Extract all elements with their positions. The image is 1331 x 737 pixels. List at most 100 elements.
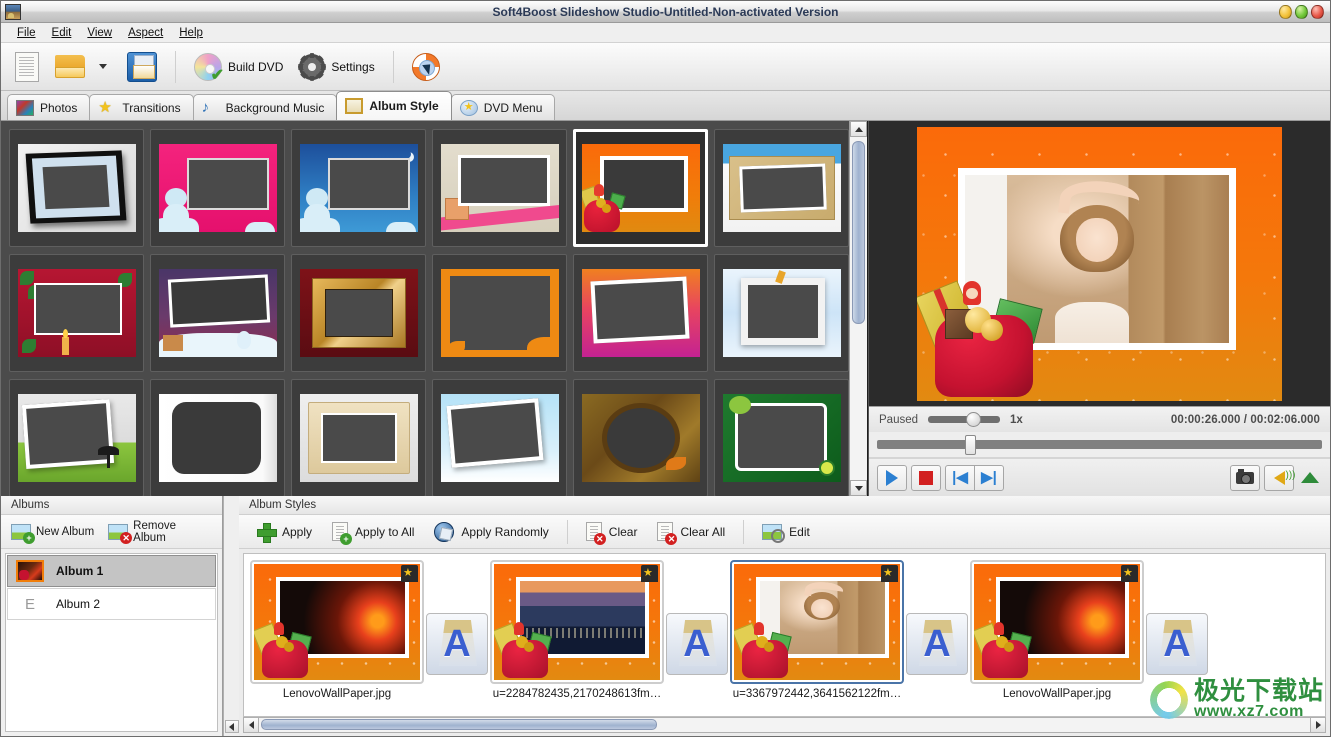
scroll-down-button[interactable]	[850, 480, 867, 496]
preview-video[interactable]	[869, 121, 1330, 406]
open-project-button[interactable]	[47, 48, 119, 86]
style-cell-winter-sky-photo[interactable]	[432, 379, 567, 496]
camera-icon	[1236, 472, 1254, 484]
close-button[interactable]	[1311, 5, 1324, 19]
style-cell-gold-ornate-frame[interactable]	[291, 254, 426, 372]
style-cell-blue-night-bear[interactable]	[291, 129, 426, 247]
title-bar: Soft4Boost Slideshow Studio-Untitled-Non…	[1, 1, 1330, 23]
style-cell-orange-christmas-sack[interactable]	[573, 129, 708, 247]
apply-button[interactable]: Apply	[247, 519, 322, 545]
stop-button[interactable]	[911, 465, 941, 491]
style-cell-magenta-orange-tilt[interactable]	[573, 254, 708, 372]
new-album-button[interactable]: + New Album	[5, 520, 100, 544]
application-window: Soft4Boost Slideshow Studio-Untitled-Non…	[0, 0, 1331, 737]
scroll-right-button[interactable]	[1310, 718, 1325, 732]
style-cell-red-holly-candles[interactable]	[9, 254, 144, 372]
style-cell-autumn-leaves-oval[interactable]	[573, 379, 708, 496]
tab-dvd-menu[interactable]: DVD Menu	[451, 94, 556, 120]
filmstrip-viewport: LenovoWallPaper.jpg A	[243, 553, 1326, 717]
filmstrip-slide-2[interactable]: u=2284782435,2170248613fm…	[488, 560, 666, 700]
snapshot-button[interactable]	[1230, 465, 1260, 491]
transition-slot-3[interactable]: A	[906, 613, 968, 675]
apply-to-all-button[interactable]: + Apply to All	[322, 518, 424, 545]
volume-button[interactable]	[1264, 465, 1294, 491]
seek-slider-thumb[interactable]	[965, 435, 976, 455]
album-2-label: Album 2	[56, 597, 100, 611]
transition-letter: A	[683, 625, 710, 663]
menu-file[interactable]: File	[9, 25, 44, 41]
album-list-item-1[interactable]: Album 1	[7, 555, 216, 587]
menu-help[interactable]: Help	[171, 25, 211, 41]
filmstrip-horizontal-scrollbar[interactable]	[243, 717, 1326, 733]
menu-aspect-label: Aspect	[128, 27, 163, 39]
tab-photos[interactable]: Photos	[7, 94, 90, 120]
style-cell-green-grapes-frame[interactable]	[714, 379, 849, 496]
slide-thumbnail-3[interactable]	[730, 560, 904, 684]
filmstrip-slide-4[interactable]: LenovoWallPaper.jpg	[968, 560, 1146, 700]
hscroll-track[interactable]	[259, 718, 1310, 732]
filmstrip-slide-3[interactable]: u=3367972442,3641562122fm…	[728, 560, 906, 700]
save-project-button[interactable]	[119, 48, 165, 86]
menu-edit[interactable]: Edit	[44, 25, 80, 41]
style-cell-white-torn-paper[interactable]	[150, 379, 285, 496]
apply-randomly-button[interactable]: Apply Randomly	[424, 518, 558, 546]
hscroll-thumb[interactable]	[261, 719, 657, 730]
disc-check-icon	[194, 53, 222, 81]
stop-icon	[919, 471, 933, 485]
style-cell-classic-black-frame[interactable]	[9, 129, 144, 247]
transition-slot-2[interactable]: A	[666, 613, 728, 675]
clear-all-label: Clear All	[680, 525, 725, 539]
clear-all-button[interactable]: ✕ Clear All	[647, 518, 735, 545]
playback-rate-slider[interactable]	[928, 416, 1000, 423]
menu-aspect[interactable]: Aspect	[120, 25, 171, 41]
build-dvd-button[interactable]: Build DVD	[186, 48, 291, 86]
help-button[interactable]	[404, 48, 448, 86]
style-cell-vintage-paper-beach[interactable]	[714, 129, 849, 247]
tab-transitions[interactable]: ★ Transitions	[89, 94, 193, 120]
filmstrip-slide-1[interactable]: LenovoWallPaper.jpg	[248, 560, 426, 700]
previous-button[interactable]: |◀	[945, 465, 975, 491]
album-list-item-2[interactable]: E Album 2	[7, 588, 216, 620]
style-cell-purple-snowman[interactable]	[150, 254, 285, 372]
maximize-button[interactable]	[1295, 5, 1308, 19]
slide-thumbnail-1[interactable]	[250, 560, 424, 684]
scroll-up-button[interactable]	[850, 121, 867, 137]
rate-slider-knob[interactable]	[966, 412, 981, 427]
style-cell-blue-clipped-photo[interactable]	[714, 254, 849, 372]
skip-previous-icon: |◀	[952, 470, 968, 485]
volume-level-button[interactable]	[1298, 465, 1322, 491]
style-cell-palm-green-hill[interactable]	[9, 379, 144, 496]
album-icon	[345, 98, 363, 114]
styles-toolbar-separator-1	[567, 520, 568, 544]
settings-button[interactable]: Settings	[291, 48, 382, 86]
new-project-button[interactable]	[7, 48, 47, 86]
remove-album-button[interactable]: ✕ Remove Album	[102, 516, 199, 548]
slide-3-filename: u=3367972442,3641562122fm…	[733, 688, 902, 700]
styles-vertical-scrollbar[interactable]	[849, 121, 867, 496]
play-button[interactable]	[877, 465, 907, 491]
slide-thumbnail-4[interactable]	[970, 560, 1144, 684]
tab-album-style[interactable]: Album Style	[336, 91, 451, 120]
music-note-icon: ♪	[202, 100, 220, 116]
scroll-left-button-albums[interactable]	[225, 720, 239, 733]
scroll-left-button[interactable]	[244, 718, 259, 732]
chevron-down-icon[interactable]	[99, 64, 107, 69]
style-cell-pink-bear[interactable]	[150, 129, 285, 247]
scroll-thumb[interactable]	[852, 141, 865, 324]
transition-slot-4[interactable]: A	[1146, 613, 1208, 675]
albums-side-scroll[interactable]	[223, 496, 239, 736]
scroll-track[interactable]	[850, 137, 867, 480]
style-cell-beige-pink-ribbon[interactable]	[432, 129, 567, 247]
time-current: 00:00:26.000	[1171, 414, 1241, 426]
transition-slot-1[interactable]: A	[426, 613, 488, 675]
edit-button[interactable]: Edit	[752, 520, 820, 544]
tab-background-music[interactable]: ♪ Background Music	[193, 94, 338, 120]
slide-thumbnail-2[interactable]	[490, 560, 664, 684]
style-cell-orange-leaves[interactable]	[432, 254, 567, 372]
menu-view[interactable]: View	[79, 25, 120, 41]
seek-slider[interactable]	[877, 440, 1322, 449]
next-button[interactable]: ▶|	[974, 465, 1004, 491]
minimize-button[interactable]	[1279, 5, 1292, 19]
style-cell-cream-vintage-card[interactable]	[291, 379, 426, 496]
clear-button[interactable]: ✕ Clear	[576, 518, 648, 545]
